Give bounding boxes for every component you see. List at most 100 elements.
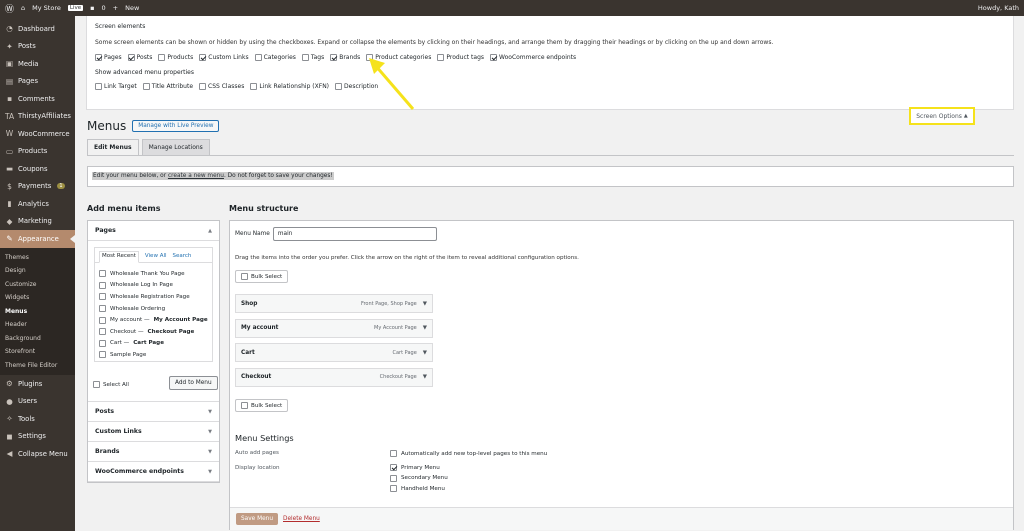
submenu-item-design[interactable]: Design [0,264,75,278]
page-option[interactable]: Wholesale Thank You Page [99,268,209,280]
tab-most-recent[interactable]: Most Recent [99,251,139,263]
tab-search[interactable]: Search [173,253,192,259]
checkbox-link-relationship-xfn-[interactable]: Link Relationship (XFN) [250,83,329,90]
bulk-select-top-button[interactable]: Bulk Select [235,270,289,283]
sidebar-item-coupons[interactable]: ▬ Coupons [0,160,75,178]
checkbox[interactable] [250,83,258,90]
page-option[interactable]: Wholesale Registration Page [99,291,209,303]
home-icon[interactable]: ⌂ [21,4,25,12]
save-menu-button[interactable]: Save Menu [236,513,278,525]
checkbox[interactable] [99,270,106,278]
sidebar-item-pages[interactable]: ▤ Pages [0,73,75,91]
tab-edit-menus[interactable]: Edit Menus [87,139,139,155]
checkbox[interactable] [142,83,150,90]
comments-icon[interactable]: ▪ [90,4,94,12]
checkbox[interactable] [95,83,102,90]
checkbox[interactable] [93,381,100,388]
site-name[interactable]: My Store [32,4,61,12]
checkbox[interactable] [99,328,106,336]
add-to-menu-button[interactable]: Add to Menu [169,376,218,390]
sidebar-item-settings[interactable]: ◼ Settings [0,428,75,446]
sidebar-item-tools[interactable]: ✧ Tools [0,410,75,428]
live-preview-button[interactable]: Manage with Live Preview [132,120,220,132]
sidebar-item-plugins[interactable]: ⚙ Plugins [0,375,75,393]
submenu-item-customize[interactable]: Customize [0,278,75,292]
page-option[interactable]: Checkout — Checkout Page [99,326,209,338]
checkbox[interactable] [99,281,106,289]
create-new-menu-link[interactable]: create a new menu [168,173,224,179]
caret-down-icon[interactable]: ▼ [423,374,427,380]
sidebar-item-comments[interactable]: ▪ Comments [0,90,75,108]
new-link[interactable]: New [125,4,139,12]
sidebar-item-woocommerce[interactable]: W WooCommerce [0,125,75,143]
checkbox[interactable] [99,351,106,359]
checkbox[interactable] [390,485,397,492]
sidebar-item-appearance[interactable]: ✎ Appearance [0,230,75,248]
submenu-item-themes[interactable]: Themes [0,251,75,265]
menu-item-checkout[interactable]: Checkout Checkout Page ▼ [235,367,433,387]
accordion-posts[interactable]: Posts ▼ [88,402,219,422]
checkbox[interactable] [127,54,135,61]
accordion-brands[interactable]: Brands ▼ [88,442,219,462]
submenu-item-header[interactable]: Header [0,318,75,332]
submenu-item-menus[interactable]: Menus [0,305,75,319]
page-option[interactable]: Wholesale Log In Page [99,280,209,292]
checkbox[interactable] [390,464,397,471]
sidebar-item-media[interactable]: ▣ Media [0,55,75,73]
checkbox-css-classes[interactable]: CSS Classes [199,83,244,90]
submenu-item-theme-file-editor[interactable]: Theme File Editor [0,359,75,373]
sidebar-item-posts[interactable]: ✦ Posts [0,38,75,56]
checkbox-products[interactable]: Products [158,54,193,61]
checkbox[interactable] [99,293,106,301]
sidebar-item-collapse-menu[interactable]: ◀ Collapse Menu [0,445,75,463]
tab-view-all[interactable]: View All [145,253,167,259]
screen-options-toggle[interactable]: Screen Options ▲ [909,107,975,125]
checkbox-tags[interactable]: Tags [301,54,324,61]
checkbox[interactable] [490,54,498,61]
page-option[interactable]: Sample Page [99,349,209,361]
new-plus-icon[interactable]: + [113,4,118,12]
bulk-select-bottom-button[interactable]: Bulk Select [235,399,289,412]
location-secondary-menu[interactable]: Secondary Menu [390,474,448,482]
tab-manage-locations[interactable]: Manage Locations [141,139,210,155]
checkbox[interactable] [335,83,343,90]
page-option[interactable]: Wholesale Ordering [99,303,209,315]
checkbox-custom-links[interactable]: Custom Links [199,54,249,61]
menu-item-my-account[interactable]: My account My Account Page ▼ [235,318,433,338]
wordpress-logo-icon[interactable]: Ⓦ [5,2,14,15]
checkbox[interactable] [437,54,445,61]
accordion-woocommerce-endpoints[interactable]: WooCommerce endpoints ▼ [88,462,219,482]
caret-down-icon[interactable]: ▼ [423,325,427,331]
menu-name-input[interactable]: main [272,227,437,241]
checkbox-categories[interactable]: Categories [254,54,296,61]
checkbox[interactable] [199,54,207,61]
accordion-custom-links[interactable]: Custom Links ▼ [88,422,219,442]
checkbox[interactable] [158,54,166,61]
checkbox[interactable] [301,54,309,61]
page-option[interactable]: Cart — Cart Page [99,338,209,350]
menu-item-shop[interactable]: Shop Front Page, Shop Page ▼ [235,294,433,313]
sidebar-item-payments[interactable]: $ Payments 1 [0,178,75,196]
checkbox[interactable] [95,54,102,61]
page-option[interactable]: My account — My Account Page [99,314,209,326]
submenu-item-storefront[interactable]: Storefront [0,345,75,359]
delete-menu-link[interactable]: Delete Menu [283,516,320,522]
checkbox-woocommerce-endpoints[interactable]: WooCommerce endpoints [490,54,576,61]
sidebar-item-marketing[interactable]: ◆ Marketing [0,213,75,231]
checkbox-brands[interactable]: Brands [330,54,360,61]
checkbox-link-target[interactable]: Link Target [95,83,137,90]
location-primary-menu[interactable]: Primary Menu [390,464,440,471]
checkbox-title-attribute[interactable]: Title Attribute [142,83,193,90]
checkbox[interactable] [99,339,106,347]
comments-count[interactable]: 0 [102,4,106,12]
howdy-user[interactable]: Howdy, Kath [978,4,1019,12]
checkbox[interactable] [199,83,207,90]
location-handheld-menu[interactable]: Handheld Menu [390,485,445,492]
checkbox[interactable] [99,305,106,313]
checkbox-posts[interactable]: Posts [127,54,152,61]
checkbox[interactable] [390,450,397,457]
sidebar-item-products[interactable]: ▭ Products [0,143,75,161]
sidebar-item-users[interactable]: ● Users [0,393,75,411]
checkbox-pages[interactable]: Pages [95,54,122,61]
select-all-checkbox[interactable]: Select All [93,381,129,388]
